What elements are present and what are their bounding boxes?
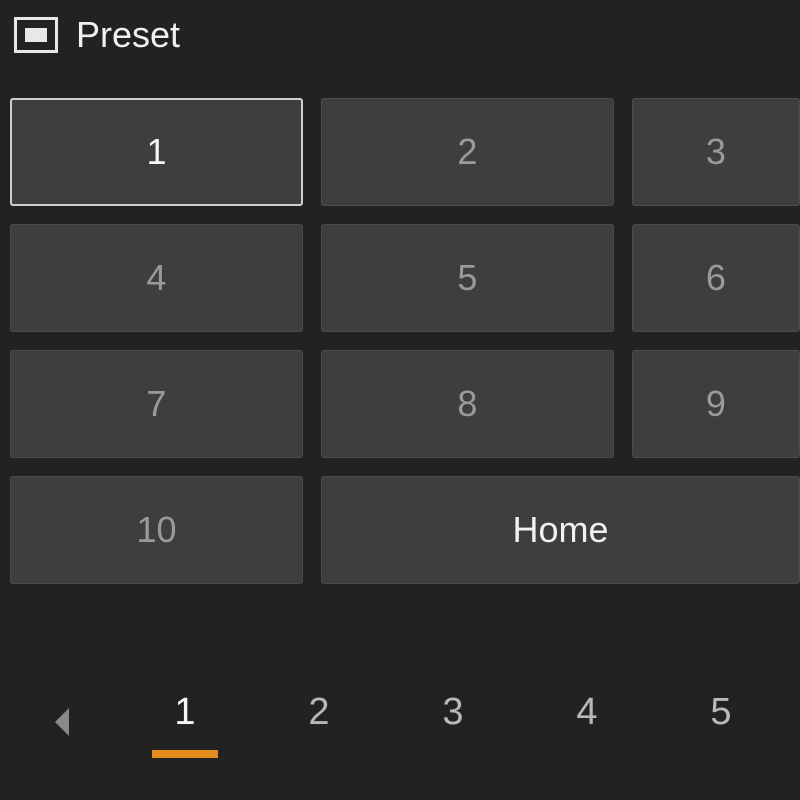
preset-button-5[interactable]: 5 [321, 224, 614, 332]
preset-button-9[interactable]: 9 [632, 350, 800, 458]
panel-title: Preset [76, 14, 180, 56]
preset-home-button[interactable]: Home [321, 476, 800, 584]
pager-label: 1 [174, 691, 195, 733]
pager-label: 2 [308, 691, 329, 733]
preset-button-8[interactable]: 8 [321, 350, 614, 458]
chevron-left-icon[interactable] [46, 702, 80, 742]
preset-button-7[interactable]: 7 [10, 350, 303, 458]
preset-button-4[interactable]: 4 [10, 224, 303, 332]
preset-button-6[interactable]: 6 [632, 224, 800, 332]
preset-button-2[interactable]: 2 [321, 98, 614, 206]
preset-row: 4 5 6 [10, 224, 800, 332]
pager-page-3[interactable]: 3 [386, 681, 520, 764]
preset-button-3[interactable]: 3 [632, 98, 800, 206]
pager-underline [152, 750, 218, 758]
preset-grid: 1 2 3 4 5 6 7 8 9 10 Home [10, 98, 800, 584]
pager-page-5[interactable]: 5 [654, 681, 788, 764]
preset-row: 7 8 9 [10, 350, 800, 458]
panel-header: Preset [10, 14, 800, 56]
pager: 1 2 3 4 5 [0, 672, 800, 772]
preset-button-10[interactable]: 10 [10, 476, 303, 584]
preset-panel: Preset 1 2 3 4 5 6 7 8 9 10 Home [0, 0, 800, 800]
pager-label: 4 [576, 691, 597, 733]
preset-row: 10 Home [10, 476, 800, 584]
pager-page-2[interactable]: 2 [252, 681, 386, 764]
pager-page-4[interactable]: 4 [520, 681, 654, 764]
preset-monitor-icon [14, 17, 58, 53]
pager-page-1[interactable]: 1 [118, 681, 252, 764]
preset-row: 1 2 3 [10, 98, 800, 206]
pager-label: 3 [442, 691, 463, 733]
preset-button-1[interactable]: 1 [10, 98, 303, 206]
pager-label: 5 [710, 691, 731, 733]
